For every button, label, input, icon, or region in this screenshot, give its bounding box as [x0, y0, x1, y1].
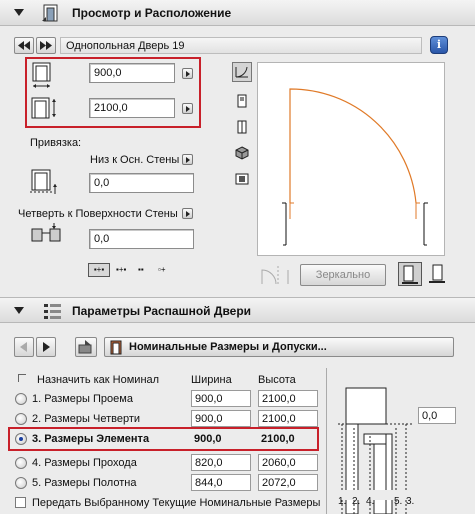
door-name-text: Однопольная Дверь 19 [66, 40, 185, 52]
3d-view-icon[interactable] [233, 144, 251, 162]
row-width-field[interactable]: 844,0 [191, 474, 251, 491]
next-panel-button[interactable] [36, 337, 56, 357]
width-arrow-button[interactable] [182, 68, 193, 79]
row-radio-leaf[interactable] [15, 477, 27, 489]
row-width-field[interactable]: 900,0 [191, 390, 251, 407]
anchor-edge-icon[interactable]: ▪▪ [138, 263, 156, 277]
row-width-field[interactable]: 900,0 [191, 410, 251, 427]
anchor-elevation-icon [30, 169, 57, 194]
row-radio-passage[interactable] [15, 457, 27, 469]
width-field[interactable]: 900,0 [89, 63, 175, 83]
row-height-field[interactable]: 2072,0 [258, 474, 318, 491]
row-width-field[interactable]: 820,0 [191, 454, 251, 471]
diagram-label: 4. [366, 496, 375, 507]
height-dimension-icon [31, 97, 56, 119]
open-state-icon[interactable] [398, 262, 422, 286]
panel-title: Номинальные Размеры и Допуски... [129, 341, 327, 353]
rebate-wall-icon [31, 223, 61, 242]
section-view-icon[interactable] [233, 170, 251, 188]
collapse-triangle-icon[interactable] [14, 307, 24, 314]
mirror-button[interactable]: Зеркально [300, 264, 386, 286]
row-label: 2. Размеры Четверти [32, 413, 141, 425]
col-width-header: Ширина [191, 374, 232, 386]
mirror-preview-icon [261, 266, 289, 286]
library-part-name: Однопольная Дверь 19 [60, 37, 422, 54]
anchor-left-icon[interactable]: ▪+▪ [116, 263, 136, 277]
section-header-door-params[interactable]: Параметры Распашной Двери [0, 297, 475, 323]
diagram-offset-field[interactable]: 0,0 [418, 407, 456, 424]
door-preview [257, 62, 445, 256]
panel-selector[interactable]: Номинальные Размеры и Допуски... [104, 337, 454, 357]
prev-part-button[interactable] [14, 37, 34, 54]
panel-door-icon [110, 340, 122, 355]
row-label: 4. Размеры Прохода [32, 457, 137, 469]
section-title: Просмотр и Расположение [72, 6, 232, 20]
diagram-label: 1. [338, 496, 347, 507]
diagram-label: 2. [352, 496, 361, 507]
elevation-view-icon[interactable] [233, 92, 251, 110]
anchor-right-icon[interactable]: ▫+ [158, 263, 176, 277]
diagram-label: 5. [394, 496, 403, 507]
prev-panel-button[interactable] [14, 337, 34, 357]
row-height-field[interactable]: 2100,0 [258, 390, 318, 407]
door-panel-icon [42, 4, 58, 22]
nominal-checkbox-label: Назначить как Номинал [37, 374, 160, 386]
collapse-triangle-icon[interactable] [14, 9, 24, 16]
section-title: Параметры Распашной Двери [72, 304, 252, 318]
rebate-value-field[interactable]: 0,0 [89, 229, 194, 249]
panel-divider [326, 368, 327, 514]
anchor-center-icon[interactable]: ▪+▪ [88, 263, 110, 277]
row-height-field[interactable]: 2060,0 [258, 454, 318, 471]
panel-menu-button[interactable] [75, 337, 97, 357]
door-plan-drawing [282, 88, 428, 246]
anchor-dropdown-label[interactable]: Низ к Осн. Стены [90, 154, 179, 166]
transfer-label: Передать Выбранному Текущие Номинальные … [32, 497, 321, 509]
transfer-checkbox[interactable] [15, 497, 26, 508]
rebate-dropdown-arrow[interactable] [182, 208, 193, 219]
width-dimension-icon [32, 62, 51, 88]
closed-state-icon[interactable] [426, 262, 450, 286]
anchor-label: Привязка: [30, 137, 82, 149]
row-radio-element[interactable] [15, 433, 27, 445]
preview-toolbar [232, 62, 254, 192]
info-icon[interactable]: i [430, 36, 448, 54]
mirror-button-label: Зеркально [315, 269, 371, 281]
row-radio-rebate[interactable] [15, 413, 27, 425]
height-arrow-button[interactable] [182, 103, 193, 114]
anchor-value-field[interactable]: 0,0 [89, 173, 194, 193]
frame-section-diagram [336, 387, 412, 514]
row-height-value: 2100,0 [261, 433, 295, 445]
row-radio-opening[interactable] [15, 393, 27, 405]
row-height-field[interactable]: 2100,0 [258, 410, 318, 427]
next-part-button[interactable] [36, 37, 56, 54]
anchor-dropdown-arrow[interactable] [182, 154, 193, 165]
height-field[interactable]: 2100,0 [89, 98, 175, 118]
rebate-dropdown-label[interactable]: Четверть к Поверхности Стены [18, 208, 178, 220]
row-label: 1. Размеры Проема [32, 393, 133, 405]
row-label: 3. Размеры Элемента [32, 433, 150, 445]
nominal-checkbox[interactable] [18, 374, 26, 382]
section-header-view-position[interactable]: Просмотр и Расположение [0, 0, 475, 26]
side-view-icon[interactable] [233, 118, 251, 136]
plan-view-icon[interactable] [232, 62, 252, 82]
row-width-value: 900,0 [194, 433, 222, 445]
diagram-label: 3. [406, 496, 415, 507]
col-height-header: Высота [258, 374, 296, 386]
parameters-list-icon [44, 304, 61, 319]
row-label: 5. Размеры Полотна [32, 477, 137, 489]
anchor-mode-icons: ▪+▪ ▪+▪ ▪▪ ▫+ [88, 263, 178, 279]
